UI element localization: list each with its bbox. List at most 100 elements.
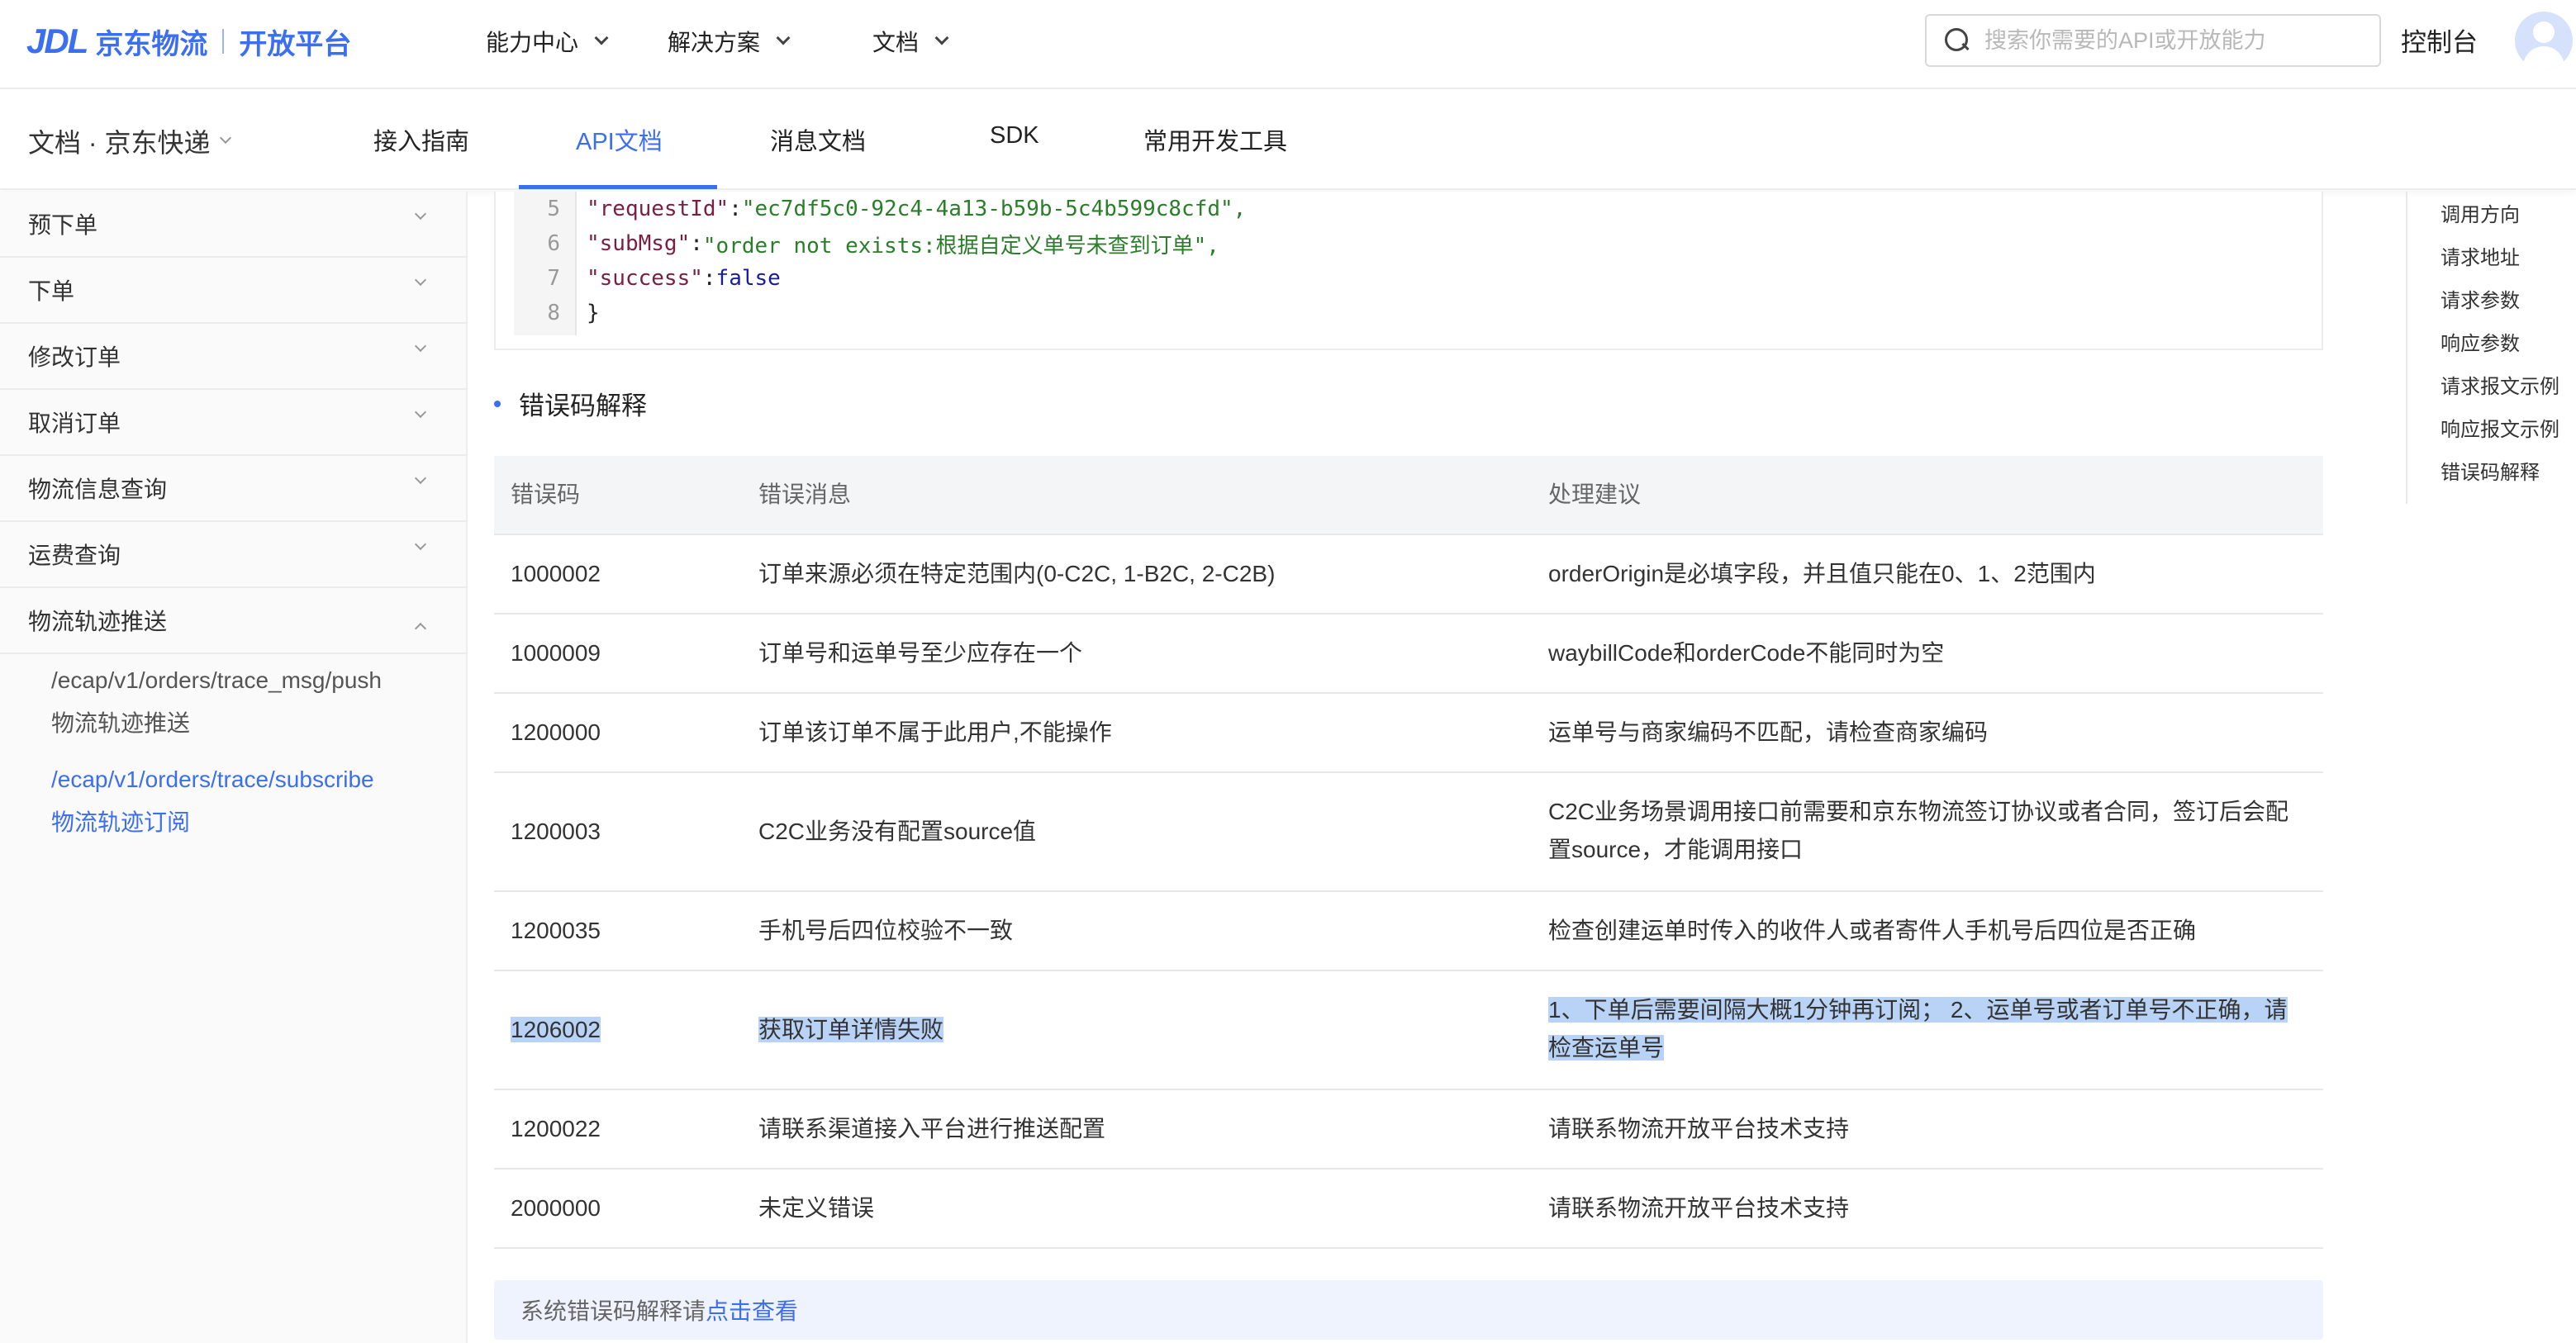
user-avatar-icon[interactable] xyxy=(2515,12,2573,69)
view-system-errors-link[interactable]: 点击查看 xyxy=(706,1293,798,1326)
suggestion-line: C2C业务场景调用接口前需要和京东物流签订协议或者合同，签订后会配 xyxy=(1548,799,2289,824)
suggestion-cell: 1、下单后需要间隔大概1分钟再订阅； 2、运单号或者订单号不正确，请 检查运单号 xyxy=(1548,991,2308,1067)
error-code-cell: 1200003 xyxy=(511,819,601,844)
error-code-cell: 1206002 xyxy=(511,1011,601,1049)
sidebar-subitem-path: /ecap/v1/orders/trace_msg/push xyxy=(51,667,382,693)
tab-message-docs[interactable]: 消息文档 xyxy=(770,122,866,157)
anchor-call-direction[interactable]: 调用方向 xyxy=(2441,198,2520,227)
sidebar-item-create-order[interactable]: 下单 xyxy=(0,258,468,324)
sidebar-subitem-name: 物流轨迹推送 xyxy=(51,710,191,736)
logo-platform: 开放平台 xyxy=(239,28,352,60)
suggestion-cell: 运单号与商家编码不匹配，请检查商家编码 xyxy=(1548,719,1989,745)
table-row: 1200003 C2C业务没有配置source值 C2C业务场景调用接口前需要和… xyxy=(494,773,2323,892)
jdl-logo[interactable]: JDL 京东物流 开放平台 xyxy=(26,18,351,64)
nav-label: 文档 xyxy=(872,30,920,55)
sidebar-item-label: 运费查询 xyxy=(28,543,121,568)
sidebar-item-trace-push[interactable]: 物流轨迹推送 xyxy=(0,588,468,654)
suggestion-cell: 检查创建运单时传入的收件人或者寄件人手机号后四位是否正确 xyxy=(1548,918,2197,943)
anchor-error-codes[interactable]: 错误码解释 xyxy=(2441,456,2540,485)
chevron-down-icon xyxy=(934,31,949,45)
selected-text: 1、下单后需要间隔大概1分钟再订阅； 2、运单号或者订单号不正确，请 xyxy=(1548,997,2288,1023)
anchor-request-example[interactable]: 请求报文示例 xyxy=(2441,370,2559,399)
anchor-request-url[interactable]: 请求地址 xyxy=(2441,241,2520,270)
chevron-down-icon xyxy=(414,472,427,485)
selected-text: 获取订单详情失败 xyxy=(758,1017,944,1042)
anchor-response-params[interactable]: 响应参数 xyxy=(2441,327,2520,356)
chevron-down-icon xyxy=(220,131,232,145)
sidebar-item-cancel-order[interactable]: 取消订单 xyxy=(0,390,468,456)
chevron-down-icon xyxy=(414,339,427,353)
sidebar-subitem-path: /ecap/v1/orders/trace/subscribe xyxy=(51,766,374,792)
sidebar-item-label: 修改订单 xyxy=(28,344,121,370)
code-line: } xyxy=(587,301,600,325)
nav-docs[interactable]: 文档 xyxy=(872,23,949,59)
error-message-cell: C2C业务没有配置source值 xyxy=(758,819,1037,844)
chevron-up-icon xyxy=(414,622,427,635)
json-value: false xyxy=(715,266,781,291)
search-input[interactable] xyxy=(1984,27,2365,54)
line-number: 8 xyxy=(547,301,560,325)
logo-divider xyxy=(222,29,225,54)
table-row: 1200000 订单该订单不属于此用户,不能操作 运单号与商家编码不匹配，请检查… xyxy=(494,694,2323,773)
sidebar-subitem-name: 物流轨迹订阅 xyxy=(51,809,191,835)
json-value: "ec7df5c0-92c4-4a13-b59b-5c4b599c8cfd", xyxy=(741,197,1247,221)
page-anchor-nav: 调用方向 请求地址 请求参数 响应参数 请求报文示例 响应报文示例 错误码解释 xyxy=(2406,192,2571,504)
suggestion-cell: C2C业务场景调用接口前需要和京东物流签订协议或者合同，签订后会配 置sourc… xyxy=(1548,793,2308,869)
table-row: 2000000 未定义错误 请联系物流开放平台技术支持 xyxy=(494,1170,2323,1249)
sidebar-item-label: 物流轨迹推送 xyxy=(28,609,168,634)
tab-dev-tools[interactable]: 常用开发工具 xyxy=(1143,122,1287,157)
tab-sdk[interactable]: SDK xyxy=(990,122,1039,149)
json-key: "success" xyxy=(587,266,703,291)
json-value: "order not exists:根据自定义单号未查到订单", xyxy=(702,233,1219,259)
error-message-cell: 手机号后四位校验不一致 xyxy=(758,918,1014,943)
sidebar-item-freight-query[interactable]: 运费查询 xyxy=(0,522,468,588)
error-message-cell: 订单来源必须在特定范围内(0-C2C, 1-B2C, 2-C2B) xyxy=(758,561,1276,586)
chevron-down-icon xyxy=(414,406,427,419)
suggestion-line: 置source，才能调用接口 xyxy=(1548,837,1804,862)
line-number: 5 xyxy=(547,197,560,221)
doc-category-label: 文档 · 京东快递 xyxy=(28,128,211,158)
code-line: "requestId": "ec7df5c0-92c4-4a13-b59b-5c4… xyxy=(587,197,1247,221)
response-example-code[interactable]: 5 "requestId": "ec7df5c0-92c4-4a13-b59b-5… xyxy=(494,192,2323,350)
nav-solutions[interactable]: 解决方案 xyxy=(668,23,791,59)
console-link[interactable]: 控制台 xyxy=(2401,21,2478,59)
tab-api-docs[interactable]: API文档 xyxy=(576,122,663,157)
suggestion-cell: orderOrigin是必填字段，并且值只能在0、1、2范围内 xyxy=(1548,561,2096,586)
anchor-response-example[interactable]: 响应报文示例 xyxy=(2441,413,2559,442)
error-code-cell: 1000002 xyxy=(511,561,601,586)
nav-label: 解决方案 xyxy=(668,30,761,55)
nav-ability-center[interactable]: 能力中心 xyxy=(486,23,609,59)
header-error-message: 错误消息 xyxy=(758,482,852,507)
active-tab-indicator xyxy=(519,185,717,189)
sidebar-item-label: 物流信息查询 xyxy=(28,477,168,502)
tab-access-guide[interactable]: 接入指南 xyxy=(373,122,469,157)
sidebar-subitem-trace-push[interactable]: /ecap/v1/orders/trace_msg/push 物流轨迹推送 xyxy=(51,659,382,745)
code-line: "success": false xyxy=(587,266,781,291)
selected-text: 1206002 xyxy=(511,1017,601,1042)
header-suggestion: 处理建议 xyxy=(1548,482,1642,507)
sidebar-item-label: 预下单 xyxy=(28,212,98,238)
chevron-down-icon xyxy=(414,273,427,287)
error-message-cell: 获取订单详情失败 xyxy=(758,1011,944,1049)
code-line: "subMsg": "order not exists:根据自定义单号未查到订单"… xyxy=(587,226,1219,261)
table-row-selected: 1206002 获取订单详情失败 1、下单后需要间隔大概1分钟再订阅； 2、运单… xyxy=(494,971,2323,1090)
sidebar-subitem-trace-subscribe[interactable]: /ecap/v1/orders/trace/subscribe 物流轨迹订阅 xyxy=(51,758,374,844)
sidebar-item-logistics-query[interactable]: 物流信息查询 xyxy=(0,456,468,522)
search-icon[interactable] xyxy=(1945,28,1970,53)
sidebar-item-pre-order[interactable]: 预下单 xyxy=(0,192,468,258)
logo-name: 京东物流 xyxy=(95,28,208,60)
search-box[interactable] xyxy=(1925,14,2381,67)
sidebar-item-modify-order[interactable]: 修改订单 xyxy=(0,324,468,390)
note-text: 系统错误码解释请 xyxy=(520,1298,706,1324)
chevron-down-icon xyxy=(414,207,427,221)
json-key: "requestId" xyxy=(587,197,730,221)
top-navbar: JDL 京东物流 开放平台 能力中心 解决方案 文档 控制台 xyxy=(0,0,2576,89)
table-row: 1000009 订单号和运单号至少应存在一个 waybillCode和order… xyxy=(494,615,2323,694)
section-title-text: 错误码解释 xyxy=(519,392,647,420)
error-message-cell: 未定义错误 xyxy=(758,1195,875,1221)
chevron-down-icon xyxy=(594,31,609,45)
error-code-cell: 1200022 xyxy=(511,1116,601,1141)
anchor-request-params[interactable]: 请求参数 xyxy=(2441,284,2520,313)
suggestion-cell: waybillCode和orderCode不能同时为空 xyxy=(1548,640,1945,666)
doc-category-select[interactable]: 文档 · 京东快递 xyxy=(28,122,232,160)
